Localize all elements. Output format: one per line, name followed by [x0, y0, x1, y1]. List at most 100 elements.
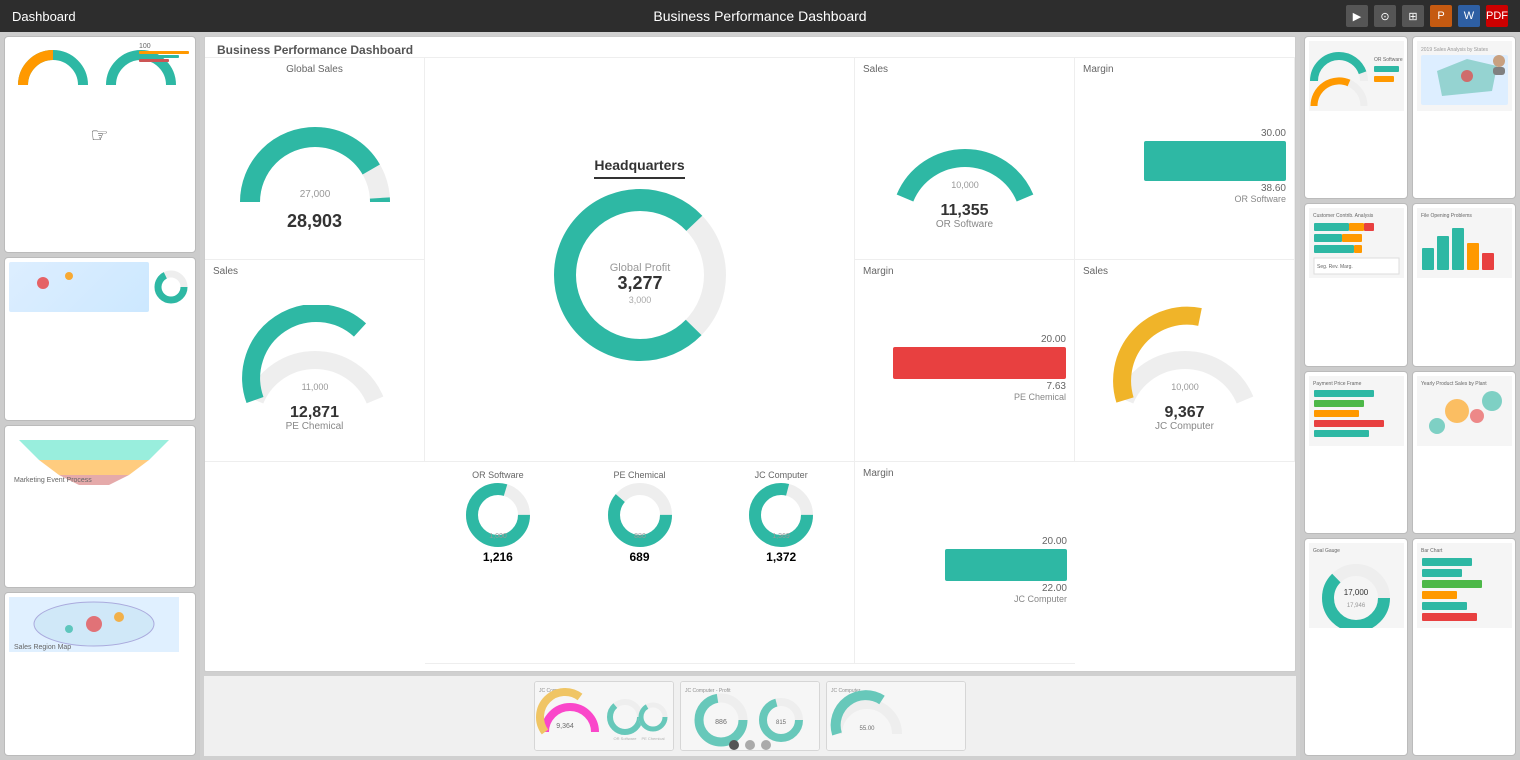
right-thumb-1[interactable]: OR Software [1304, 36, 1408, 199]
sales-jc-cell: Sales 10,000 9,367 JC Computer [1075, 260, 1295, 462]
or-small-cell: OR Software 1,000 1,216 [429, 470, 567, 655]
right-thumb-2[interactable]: 2019 Sales Analysis by States [1412, 36, 1516, 199]
nav-dot-1[interactable] [729, 740, 739, 750]
margin-or-target: 30.00 [1083, 128, 1286, 139]
svg-text:1,369: 1,369 [772, 533, 790, 540]
or-sales-value: 11,355 [940, 203, 988, 219]
left-thumb-3[interactable]: Marketing Event Process [4, 425, 196, 589]
svg-text:3,000: 3,000 [628, 295, 651, 305]
dash-header: Business Performance Dashboard [205, 37, 1295, 58]
jc-gauge-container: 10,000 9,367 JC Computer [1083, 279, 1286, 457]
strip-thumb-1[interactable]: JC Computer 9,364 OR Software PE Chemica… [534, 681, 674, 751]
margin-label-2: Margin [863, 266, 1066, 277]
sales-or-cell: Sales 10,000 11,355 OR Software [855, 58, 1075, 260]
svg-text:Sales Region Map: Sales Region Map [14, 644, 71, 651]
play-icon[interactable]: ▶ [1346, 5, 1368, 27]
topbar: Dashboard Business Performance Dashboard… [0, 0, 1520, 32]
margin-or-value: 38.60 [1083, 183, 1286, 194]
right-thumb-3[interactable]: Customer Contrib. Analysis Seg. Rev. Mar… [1304, 203, 1408, 366]
margin-jc-bar [945, 549, 1067, 581]
svg-text:17,946: 17,946 [1347, 603, 1366, 609]
ppt-icon[interactable]: P [1430, 5, 1452, 27]
margin-bar-pe-row [863, 347, 1066, 379]
svg-text:Marketing Event Process: Marketing Event Process [14, 477, 92, 484]
svg-text:3,277: 3,277 [617, 273, 662, 293]
pe-small-label: PE Chemical [613, 470, 665, 480]
margin-pe-company: PE Chemical [863, 392, 1066, 402]
hq-center-cell: Headquarters Global Profit 3,277 3,000 [425, 58, 855, 462]
margin-jc-value: 22.00 [863, 583, 1067, 594]
svg-text:OR Software: OR Software [614, 736, 638, 741]
svg-text:815: 815 [776, 720, 787, 726]
svg-text:OR Software: OR Software [1374, 57, 1403, 63]
app-title: Dashboard [12, 9, 386, 24]
or-company-label: OR Software [936, 219, 993, 230]
svg-text:2019 Sales Analysis by States: 2019 Sales Analysis by States [1421, 47, 1488, 53]
grid-icon[interactable]: ⊞ [1402, 5, 1424, 27]
left-thumb-4[interactable]: Sales Region Map [4, 592, 196, 756]
margin-bar-row-1 [1083, 141, 1286, 181]
pe-small-svg: 880 [605, 480, 675, 550]
margin-pe-cell: Margin 20.00 7.63 PE Chemical [855, 260, 1075, 462]
center-panel: Business Performance Dashboard Sales 10,… [200, 32, 1300, 760]
topbar-actions: ▶ ⊙ ⊞ P W PDF [1134, 5, 1508, 27]
svg-text:Customer Contrib. Analysis: Customer Contrib. Analysis [1313, 213, 1374, 219]
word-icon[interactable]: W [1458, 5, 1480, 27]
nav-dot-2[interactable] [745, 740, 755, 750]
sales-label-1: Sales [863, 64, 1066, 75]
svg-text:JC Computer - Profit: JC Computer - Profit [685, 688, 731, 694]
main-dashboard: Business Performance Dashboard Sales 10,… [204, 36, 1296, 672]
svg-text:Goal Gauge: Goal Gauge [1313, 548, 1340, 554]
margin-pe-chart: 20.00 7.63 PE Chemical [863, 279, 1066, 457]
strip-thumb-3[interactable]: JC Computer 55.00 [826, 681, 966, 751]
right-thumb-6[interactable]: Yearly Product Sales by Plant [1412, 371, 1516, 534]
left-thumb-1[interactable]: ☞ 100 [4, 36, 196, 253]
svg-text:1,000: 1,000 [489, 533, 507, 540]
svg-text:Seg. Rev. Marg.: Seg. Rev. Marg. [1317, 264, 1353, 270]
jc-company-label: JC Computer [1155, 421, 1214, 432]
svg-text:886: 886 [715, 719, 727, 726]
margin-jc-chart: 20.00 22.00 JC Computer [863, 481, 1067, 659]
main-content: ☞ 100 [0, 32, 1520, 760]
margin-jc-cell: Margin 20.00 22.00 JC Computer [855, 462, 1075, 664]
pe-gauge-container: 11,000 12,871 PE Chemical [213, 279, 416, 457]
margin-label-1: Margin [1083, 64, 1286, 75]
margin-pe-target: 20.00 [863, 334, 1066, 345]
hq-title: Headquarters [594, 157, 684, 179]
or-small-value: 1,216 [483, 550, 513, 564]
info-icon[interactable]: ⊙ [1374, 5, 1396, 27]
right-thumb-8[interactable]: Bar Chart [1412, 538, 1516, 756]
margin-pe-value: 7.63 [863, 381, 1066, 392]
dash-title: Business Performance Dashboard [217, 43, 413, 57]
dash-body: Sales 10,000 11,355 OR Software [205, 58, 1295, 664]
cursor-icon: ☞ [91, 123, 109, 148]
svg-text:880: 880 [634, 533, 646, 540]
right-thumb-7[interactable]: Goal Gauge 17,000 17,946 [1304, 538, 1408, 756]
margin-or-cell: Margin 30.00 38.60 OR Software [1075, 58, 1295, 260]
sales-pe-cell: Sales 11,000 12,871 PE Chemical [205, 260, 425, 462]
svg-text:Payment Price Frame: Payment Price Frame [1313, 381, 1362, 387]
svg-text:File Opening Problems: File Opening Problems [1421, 213, 1472, 219]
svg-text:17,000: 17,000 [1344, 588, 1369, 597]
margin-or-bar [1144, 141, 1286, 181]
right-row-4: Goal Gauge 17,000 17,946 Bar Chart [1304, 538, 1516, 756]
jc-sales-value: 9,367 [1164, 405, 1204, 421]
margin-or-company: OR Software [1083, 194, 1286, 204]
big-donut-svg: Global Profit 3,277 3,000 [550, 185, 730, 365]
or-gauge-container: 10,000 11,355 OR Software [863, 77, 1066, 255]
svg-text:Yearly Product Sales by Plant: Yearly Product Sales by Plant [1421, 381, 1487, 387]
left-panel: ☞ 100 [0, 32, 200, 760]
left-thumb-2[interactable] [4, 257, 196, 421]
or-target-label: 10,000 [951, 180, 979, 190]
nav-dots [729, 740, 771, 750]
margin-jc-target: 20.00 [863, 536, 1067, 547]
nav-dot-3[interactable] [761, 740, 771, 750]
global-sales-cell: Global Sales 27,000 28,903 [205, 58, 425, 260]
right-thumb-5[interactable]: Payment Price Frame [1304, 371, 1408, 534]
jc-gauge-svg: 10,000 [1110, 305, 1260, 405]
svg-text:Bar Chart: Bar Chart [1421, 548, 1443, 554]
right-thumb-4[interactable]: File Opening Problems [1412, 203, 1516, 366]
sales-label-2: Sales [213, 266, 416, 277]
pdf-icon[interactable]: PDF [1486, 5, 1508, 27]
svg-text:9,364: 9,364 [556, 723, 574, 730]
